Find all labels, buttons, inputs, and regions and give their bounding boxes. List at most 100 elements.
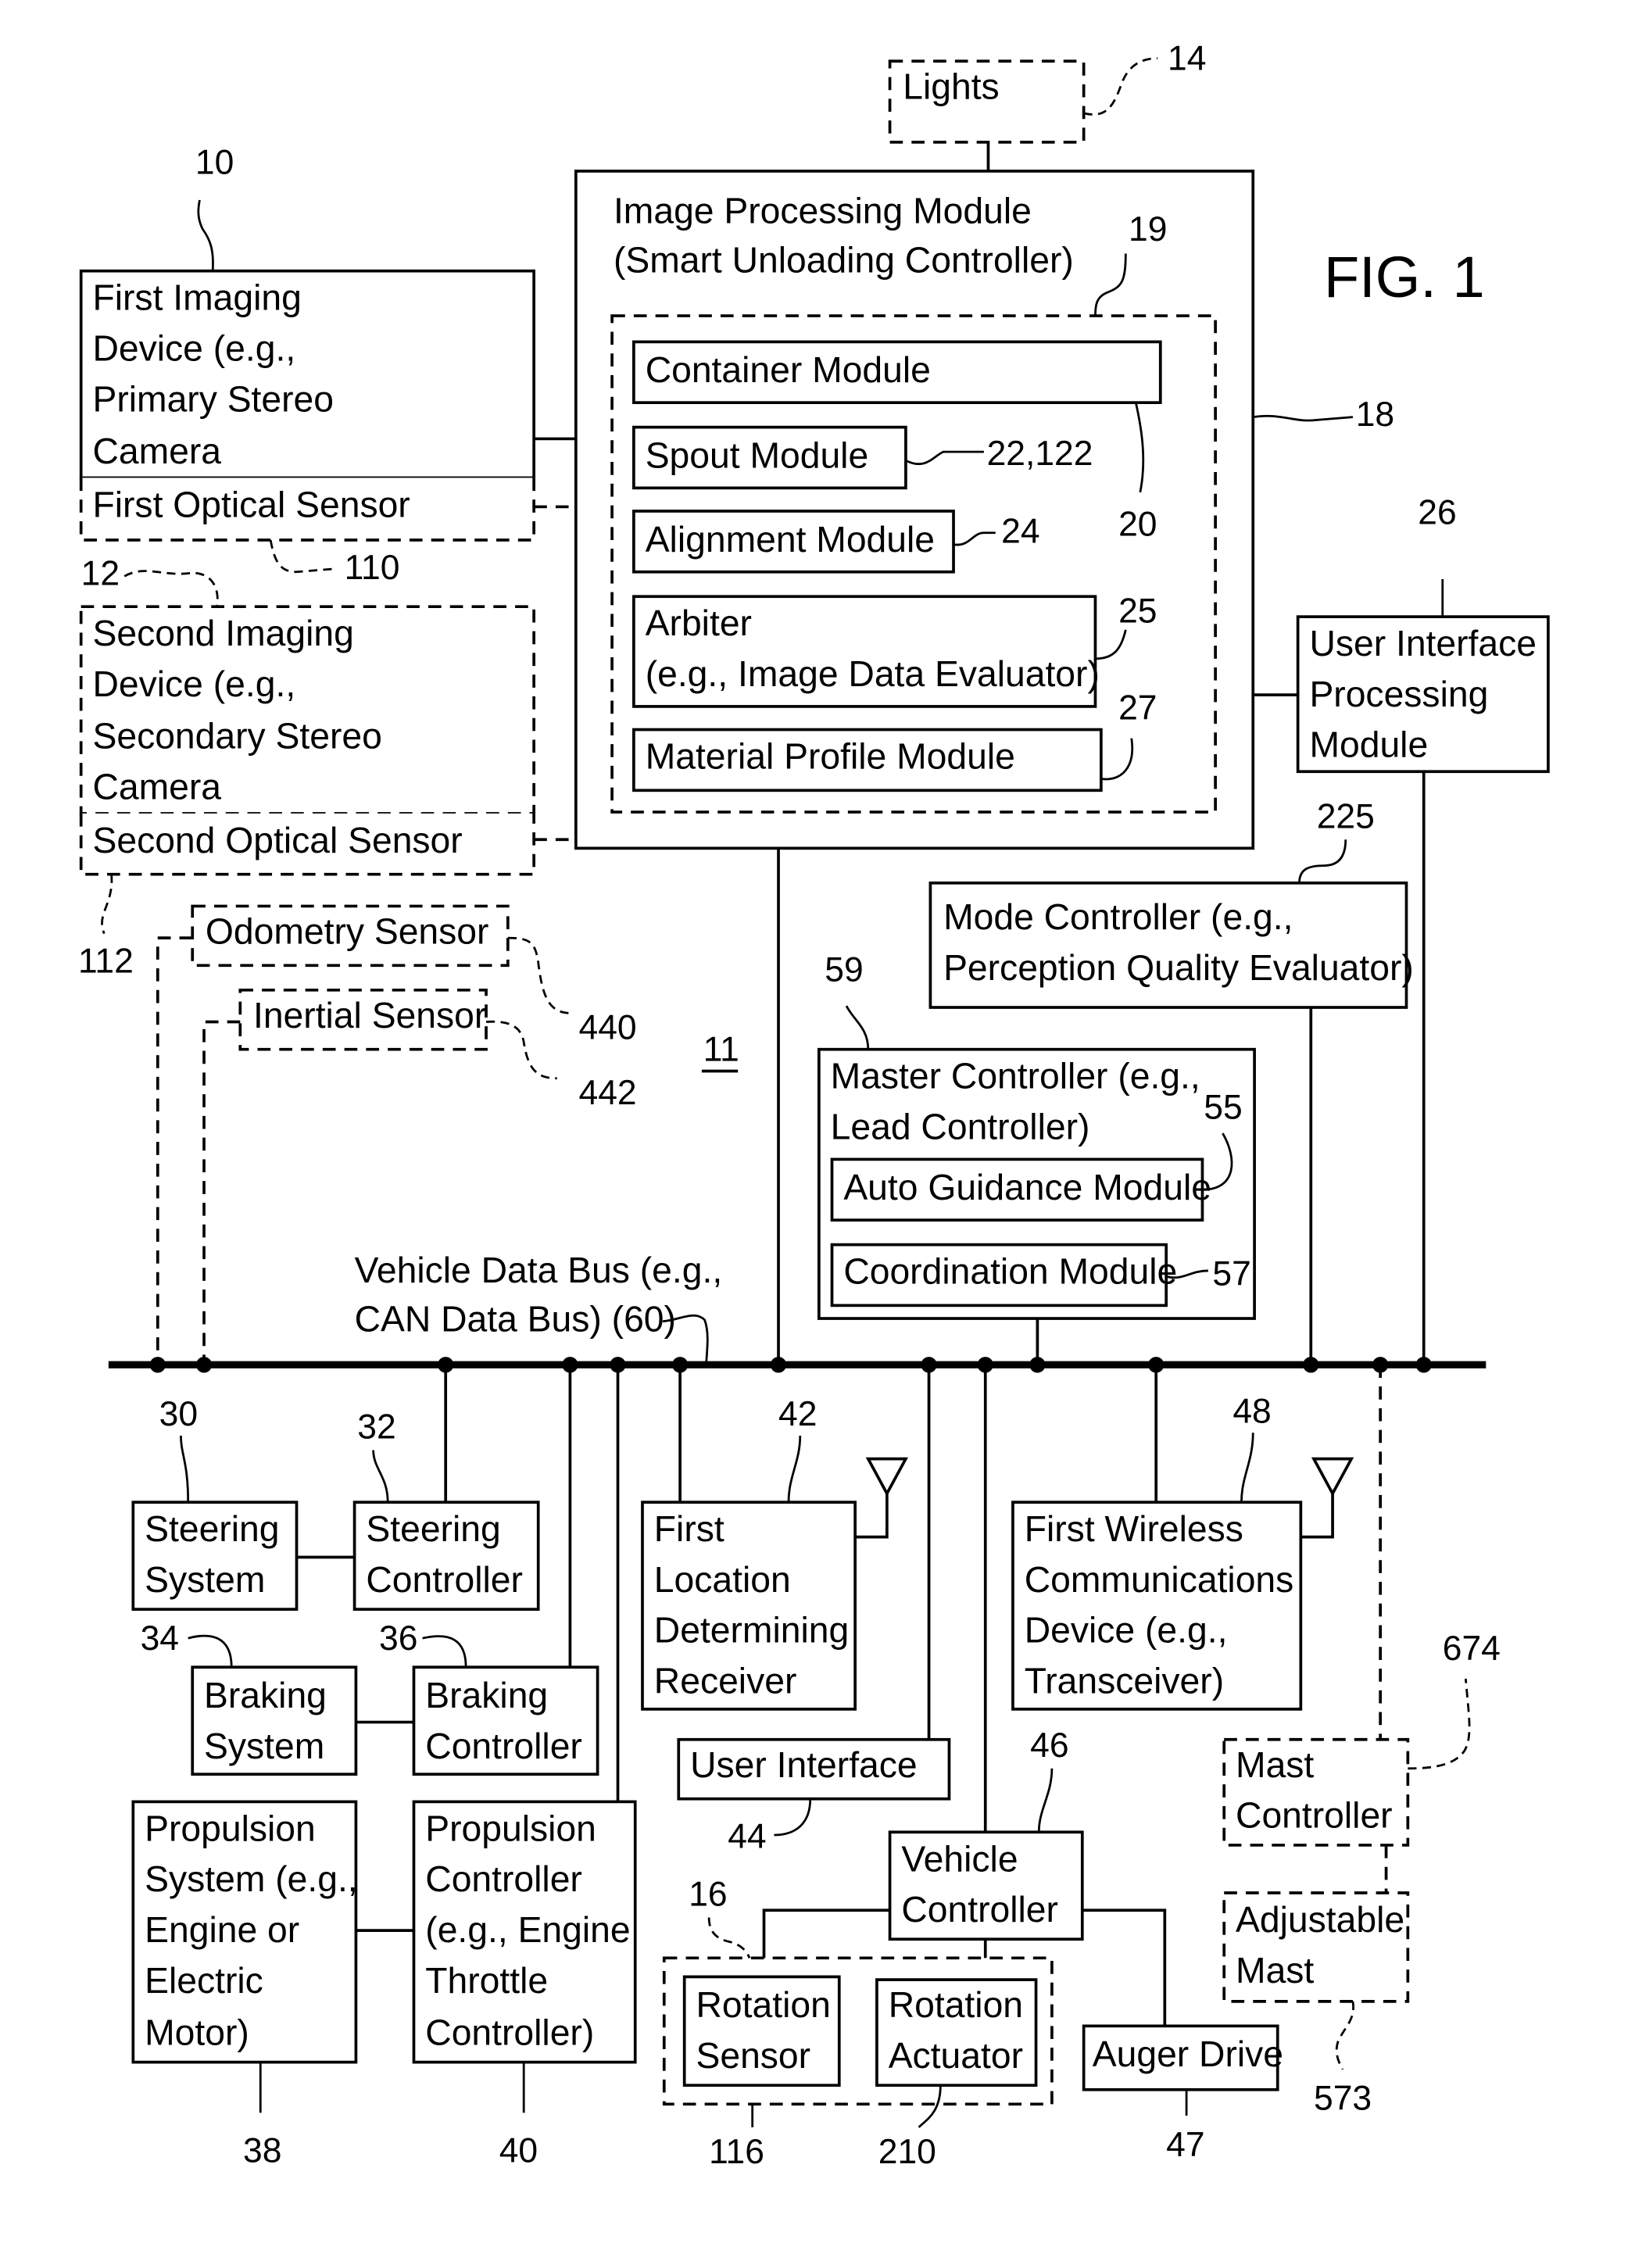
mast-controller-leader [1408,1678,1471,1770]
container-module-label: Container Module [646,349,931,390]
junction-master [1029,1357,1046,1373]
user-interface-ref: 44 [728,1818,766,1856]
arbiter-label-line2: (e.g., Image Data Evaluator) [646,653,1100,694]
coordination-label: Coordination Module [843,1251,1177,1292]
master-controller-ref: 59 [825,951,863,989]
wireless-ref: 48 [1233,1392,1271,1430]
steering-controller-leader [372,1450,389,1503]
master-controller-leader [845,1005,870,1050]
first-optical-leader [269,539,333,574]
ipm-title-line1: Image Processing Module [614,191,1032,231]
first-imaging-ref: 10 [195,144,234,182]
ui-processing-line2: Processing [1309,674,1488,714]
location-line4: Receiver [654,1661,797,1701]
inertial-bus-connector [202,1020,241,1365]
steering-system-leader [180,1436,190,1503]
vehicle-controller-leader [1037,1768,1054,1833]
mode-controller-ref: 225 [1317,797,1375,835]
junction-inertial [195,1357,213,1373]
system-ref: 11 [703,1031,739,1069]
arbiter-label-line1: Arbiter [646,603,752,643]
rotation-sensor-line1: Rotation [696,1984,830,2025]
auto-guidance-ref: 55 [1204,1089,1242,1127]
vehicle-to-auger [1082,1908,1167,2027]
inertial-label: Inertial Sensor [253,995,486,1036]
wireless-antenna-icon [1300,1457,1354,1539]
wireless-line2: Communications [1025,1559,1294,1600]
mode-controller-leader [1298,839,1347,883]
ipm-title-line2: (Smart Unloading Controller) [614,240,1074,281]
junction-ui-processing [1415,1357,1432,1373]
braking-controller-leader [422,1635,467,1668]
inertial-leader [485,1020,557,1080]
propulsion-controller-line3: (e.g., Engine [425,1909,630,1950]
user-interface-leader [774,1798,812,1837]
wireless-line3: Device (e.g., [1025,1610,1228,1651]
mast-controller-line2: Controller [1236,1795,1393,1836]
ui-processing-line3: Module [1309,724,1428,765]
rotation-sensor-line2: Sensor [696,2035,810,2076]
junction-odometry [149,1357,166,1373]
braking-system-leader [188,1634,233,1668]
junction-mode [1303,1357,1319,1373]
odometry-ref: 440 [579,1009,637,1047]
location-antenna-icon [855,1457,909,1539]
bus-label-line1: Vehicle Data Bus (e.g., [355,1250,723,1290]
bus-label-line2: CAN Data Bus) (60) [355,1299,676,1340]
ui-processing-ref: 26 [1418,494,1456,532]
wireless-leader [1240,1433,1254,1503]
rotation-actuator-line1: Rotation [889,1984,1023,2025]
mast-controller-ref: 674 [1443,1629,1501,1668]
first-imaging-line4: Camera [92,431,221,471]
figure-title: FIG. 1 [1324,245,1485,309]
auto-guidance-label: Auto Guidance Module [843,1167,1211,1207]
propulsion-system-line4: Electric [145,1960,263,2001]
rotation-sensor-ref: 116 [709,2133,764,2171]
second-optical-label: Second Optical Sensor [92,820,462,860]
braking-system-line1: Braking [204,1675,327,1715]
ui-processing-line1: User Interface [1309,623,1537,664]
lights-label: Lights [903,66,999,106]
propulsion-system-line2: System (e.g., [145,1858,358,1899]
propulsion-controller-line5: Controller) [425,2012,594,2052]
braking-controller-ref: 36 [379,1619,417,1658]
steering-system-ref: 30 [159,1395,198,1433]
steering-system-line2: System [145,1559,265,1600]
rotation-actuator-ref: 210 [878,2133,936,2171]
spout-ref: 22,122 [987,435,1093,473]
mast-controller-line1: Mast [1236,1744,1314,1785]
master-controller-line2: Lead Controller) [831,1106,1090,1147]
second-imaging-line3: Secondary Stereo [92,716,381,757]
steering-controller-line1: Steering [366,1508,500,1549]
ipm-ref: 18 [1356,395,1394,434]
rotation-group-leader [707,1917,751,1959]
propulsion-system-line5: Motor) [145,2012,249,2052]
auger-drive-label: Auger Drive [1093,2034,1283,2074]
group-ref: 19 [1129,210,1167,249]
vehicle-controller-ref: 46 [1030,1726,1068,1765]
block-diagram: FIG. 1 Lights 14 Image Processing Module… [78,39,1550,2171]
propulsion-system-line3: Engine or [145,1909,299,1950]
rotation-actuator-line2: Actuator [889,2035,1023,2076]
material-ref: 27 [1118,689,1157,728]
auger-ref: 47 [1166,2126,1204,2164]
propulsion-controller-ref: 40 [499,2131,538,2170]
second-imaging-line2: Device (e.g., [92,664,295,704]
inertial-ref: 442 [579,1074,637,1112]
propulsion-controller-line2: Controller [425,1858,582,1899]
steering-system-line1: Steering [145,1508,279,1549]
location-line1: First [654,1508,724,1549]
first-imaging-line3: Primary Stereo [92,378,334,419]
second-imaging-line4: Camera [92,766,221,807]
first-optical-ref: 110 [345,549,400,587]
steering-controller-ref: 32 [357,1408,395,1447]
first-imaging-line1: First Imaging [92,277,301,318]
braking-system-line2: System [204,1726,324,1766]
second-imaging-leader [123,570,219,606]
adjustable-mast-line2: Mast [1236,1950,1314,1991]
wireless-line1: First Wireless [1025,1508,1243,1549]
adjustable-mast-leader [1335,2001,1355,2070]
location-ref: 42 [778,1395,817,1433]
second-optical-ref: 112 [78,943,134,981]
location-line2: Location [654,1559,791,1600]
